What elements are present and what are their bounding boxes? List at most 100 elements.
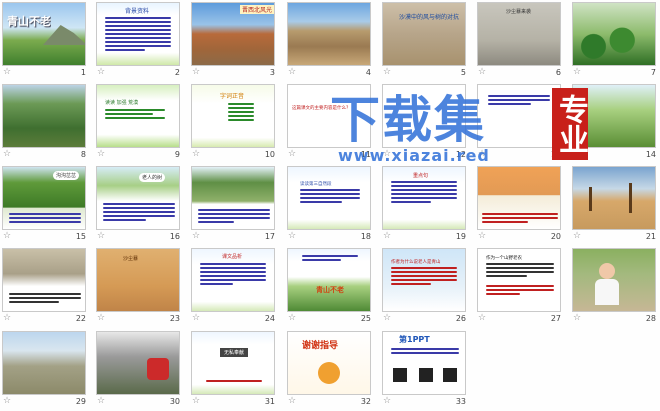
slide-thumbnail-23[interactable]: 沙尘暴 ☆ 23 [96,248,191,328]
slide-number: 15 [75,232,86,241]
slide-thumbnail-22[interactable]: ☆ 22 [2,248,97,328]
slide-preview [477,84,561,148]
slide-number: 27 [550,314,561,323]
slide-preview: 青山不老 [2,2,86,66]
slide-number: 30 [169,397,180,406]
slide-thumbnail-19[interactable]: 重点句 ☆ 19 [382,166,477,246]
slide-thumbnail-30[interactable]: ☆ 30 [96,331,191,411]
slide-preview: 读读第三自然段 [287,166,371,230]
slide-title: 作为一个山野老农 [486,256,522,261]
slide-title: 无私奉献 [220,348,249,357]
slide-title: 青山不老 [7,15,51,28]
slide-title: 课文品析 [222,254,243,260]
slide-thumbnail-24[interactable]: 课文品析 ☆ 24 [191,248,286,328]
transition-star-icon: ☆ [3,396,12,406]
slide-number: 7 [650,68,656,77]
slide-thumbnail-20[interactable]: ☆ 20 [477,166,572,246]
slide-number: 21 [645,232,656,241]
transition-star-icon: ☆ [192,396,201,406]
transition-star-icon: ☆ [288,231,297,241]
slide-preview: 字词正音 [191,84,275,148]
transition-star-icon: ☆ [478,231,487,241]
slide-thumbnail-29[interactable]: ☆ 29 [2,331,97,411]
transition-star-icon: ☆ [478,67,487,77]
slide-thumbnail-9[interactable]: 读读 加强 荒漠 ☆ 9 [96,84,191,164]
transition-star-icon: ☆ [97,67,106,77]
slide-number: 31 [264,397,275,406]
transition-star-icon: ☆ [288,396,297,406]
transition-star-icon: ☆ [192,313,201,323]
slide-title: 背景资料 [125,8,150,15]
slide-title: 沟沟岔岔 [53,171,80,180]
slide-thumbnail-10[interactable]: 字词正音 ☆ 10 [191,84,286,164]
transition-star-icon: ☆ [97,396,106,406]
slide-number: 10 [264,150,275,159]
transition-star-icon: ☆ [478,313,487,323]
transition-star-icon: ☆ [573,313,582,323]
slide-title: 青山不老 [316,286,344,294]
slide-thumbnail-6[interactable]: 沙尘暴来袭 ☆ 6 [477,2,572,82]
slide-title: 沙尘暴 [123,256,139,262]
slide-thumbnail-25[interactable]: 青山不老 ☆ 25 [287,248,382,328]
slide-thumbnail-17[interactable]: ☆ 17 [191,166,286,246]
slide-preview: 谢谢指导 [287,331,371,395]
slide-preview [191,166,275,230]
slide-thumbnail-18[interactable]: 读读第三自然段 ☆ 18 [287,166,382,246]
slide-preview: 沙尘暴来袭 [477,2,561,66]
transition-star-icon: ☆ [288,149,297,159]
slide-preview: 沟沟岔岔 [2,166,86,230]
slide-number: 16 [169,232,180,241]
slide-preview: 晋西北风光 [191,2,275,66]
transition-star-icon: ☆ [573,231,582,241]
transition-star-icon: ☆ [192,67,201,77]
slide-number: 22 [75,314,86,323]
transition-star-icon: ☆ [383,396,392,406]
slide-preview: 作者为什么说老人是青山 [382,248,466,312]
slide-title: 谢谢指导 [302,341,339,351]
slide-title: 字词正音 [220,93,245,100]
slide-thumbnail-16[interactable]: 老人的树 ☆ 16 [96,166,191,246]
slide-thumbnail-31[interactable]: 无私奉献 ☆ 31 [191,331,286,411]
slide-sorter-grid: 青山不老 ☆ 1 背景资料 ☆ 2 晋西北风光 ☆ 3 ☆ 4 沙漠中的风与树的… [0,0,660,410]
transition-star-icon: ☆ [192,231,201,241]
slide-preview [2,248,86,312]
slide-preview: 作为一个山野老农 [477,248,561,312]
slide-number: 14 [645,150,656,159]
slide-preview [96,331,180,395]
transition-star-icon: ☆ [288,67,297,77]
slide-thumbnail-5[interactable]: 沙漠中的风与树的对抗 ☆ 5 [382,2,477,82]
slide-number: 18 [360,232,371,241]
slide-thumbnail-8[interactable]: ☆ 8 [2,84,97,164]
slide-thumbnail-27[interactable]: 作为一个山野老农 ☆ 27 [477,248,572,328]
slide-thumbnail-2[interactable]: 背景资料 ☆ 2 [96,2,191,82]
watermark-badge: 专业 [552,88,588,160]
transition-star-icon: ☆ [192,149,201,159]
slide-title: 沙漠中的风与树的对抗 [399,14,460,21]
slide-number: 8 [80,150,86,159]
slide-title: 读读 加强 荒漠 [105,100,139,106]
slide-thumbnail-32[interactable]: 谢谢指导 ☆ 32 [287,331,382,411]
slide-thumbnail-7[interactable]: ☆ 7 [572,2,660,82]
transition-star-icon: ☆ [383,313,392,323]
slide-thumbnail-4[interactable]: ☆ 4 [287,2,382,82]
slide-number: 32 [360,397,371,406]
slide-number: 25 [360,314,371,323]
slide-number: 26 [455,314,466,323]
slide-preview: 背景资料 [96,2,180,66]
slide-preview [572,2,656,66]
slide-thumbnail-28[interactable]: ☆ 28 [572,248,660,328]
slide-thumbnail-21[interactable]: ☆ 21 [572,166,660,246]
slide-thumbnail-15[interactable]: 沟沟岔岔 ☆ 15 [2,166,97,246]
slide-thumbnail-26[interactable]: 作者为什么说老人是青山 ☆ 26 [382,248,477,328]
slide-title: 老人的树 [139,173,166,182]
slide-preview: 第1PPT [382,331,466,395]
slide-number: 33 [455,397,466,406]
slide-thumbnail-33[interactable]: 第1PPT ☆ 33 [382,331,477,411]
transition-star-icon: ☆ [288,313,297,323]
watermark-url: www.xiazai.red [338,146,490,165]
slide-thumbnail-3[interactable]: 晋西北风光 ☆ 3 [191,2,286,82]
slide-thumbnail-1[interactable]: 青山不老 ☆ 1 [2,2,97,82]
slide-preview [2,331,86,395]
slide-preview [287,2,371,66]
slide-title: 沙尘暴来袭 [506,9,532,15]
